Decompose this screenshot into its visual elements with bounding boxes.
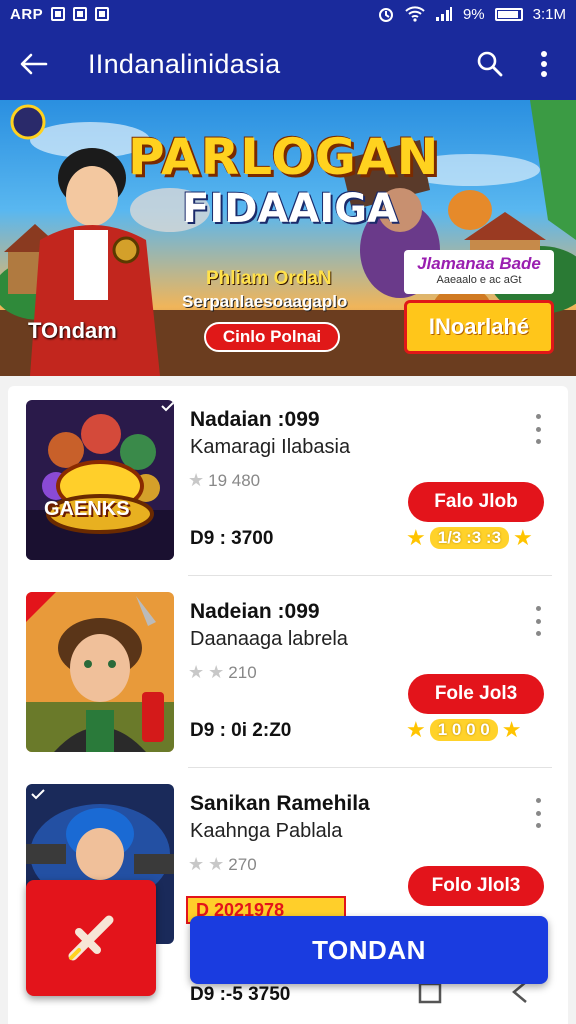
item-rating: ★ 19 480: [188, 470, 260, 491]
primary-cta-button[interactable]: TONDAN: [190, 916, 548, 984]
app-bar: IIndanalinidasia: [0, 28, 576, 100]
item-title: Sanikan Ramehila: [190, 792, 370, 815]
item-more-button[interactable]: [528, 414, 548, 444]
item-subtitle: Daanaaga labrela: [190, 628, 348, 650]
banner-subtitle-title: FIDAAIGA: [182, 186, 398, 232]
game-artwork: [26, 400, 174, 560]
item-subtitle: Kamaragi Ilabasia: [190, 436, 351, 458]
rating-count: 270: [228, 854, 257, 874]
reward-value: 1/3 :3 :3: [429, 527, 510, 549]
search-button[interactable]: [472, 46, 508, 82]
item-action-button[interactable]: Fole Jol3: [408, 674, 544, 714]
thumbnail-caption: GAENKS: [44, 498, 130, 520]
notification-icon: [73, 7, 88, 21]
status-time: 3:1M: [532, 5, 566, 23]
star-icon: ★: [188, 470, 205, 490]
item-title: Nadaian :099: [190, 408, 320, 431]
banner-description: Serpanlaesoaagaplo: [182, 292, 348, 311]
item-price: D9 : 3700: [190, 528, 274, 549]
game-thumbnail[interactable]: GAENKS: [26, 400, 174, 560]
star-icon: ★: [188, 662, 205, 682]
reward-value: 1 0 0 0: [429, 719, 498, 741]
more-vertical-icon: [541, 51, 547, 77]
close-icon: [68, 915, 114, 961]
search-icon: [477, 51, 503, 77]
arrow-left-icon: [20, 53, 48, 75]
game-thumbnail[interactable]: [26, 592, 174, 752]
star-icon: ★: [188, 854, 205, 874]
banner-badge-sub: Aaeaalo e ac aGt: [436, 274, 522, 286]
star-icon: ★: [501, 717, 522, 742]
banner-red-button[interactable]: Cinlo Polnai: [204, 322, 340, 352]
list-item[interactable]: Nadeian :099 Daanaaga labrela ★ ★ 210 D9…: [8, 578, 568, 768]
item-reward-pill: ★ 1 0 0 0 ★: [406, 718, 546, 742]
banner-badge: Jlamanaa Bade Aaeaalo e ac aGt: [404, 250, 554, 294]
star-icon: ★: [208, 854, 225, 874]
status-app-label: ARP: [10, 5, 44, 23]
alarm-icon: [378, 8, 393, 22]
banner-badge-title: Jlamanaa Bade: [417, 254, 541, 273]
rating-count: 210: [228, 662, 257, 682]
battery-icon: [494, 7, 523, 21]
star-icon: ★: [208, 662, 225, 682]
overflow-menu-button[interactable]: [526, 46, 562, 82]
item-more-button[interactable]: [528, 798, 548, 828]
battery-percent: 9%: [462, 5, 485, 23]
page-title: IIndanalinidasia: [88, 48, 281, 79]
banner-tagline: Phliam OrdaN: [206, 268, 332, 289]
item-more-button[interactable]: [528, 606, 548, 636]
notification-icon: [51, 7, 66, 21]
notification-icon: [95, 7, 110, 21]
list-item[interactable]: GAENKS Nadaian :099 Kamaragi Ilabasia ★ …: [8, 386, 568, 576]
signal-icon: [435, 7, 452, 21]
star-icon: ★: [406, 717, 426, 742]
game-artwork: [26, 592, 174, 752]
banner-title: PARLOGAN: [128, 128, 440, 186]
app-screen: ARP 9% 3:1M IIndanalinidasia PARLOGAN FI…: [0, 0, 576, 1024]
item-reward-pill: ★ 1/3 :3 :3 ★: [406, 526, 546, 550]
banner-yellow-button[interactable]: INoarlahé: [404, 300, 554, 354]
star-icon: ★: [513, 525, 533, 550]
item-price: D9 : 0i 2:Z0: [190, 720, 292, 741]
rating-count: 19 480: [208, 470, 261, 490]
wifi-icon: [405, 6, 425, 22]
close-ad-button[interactable]: [26, 880, 156, 996]
item-price: D9 :-5 3750: [190, 984, 291, 1005]
back-button[interactable]: [14, 44, 54, 84]
item-action-button[interactable]: Folo Jlol3: [408, 866, 544, 906]
status-bar: ARP 9% 3:1M: [0, 0, 576, 28]
promo-banner[interactable]: PARLOGAN FIDAAIGA Phliam OrdaN Serpanlae…: [0, 100, 576, 376]
item-rating: ★ ★ 270: [188, 854, 257, 875]
star-icon: ★: [406, 525, 426, 550]
item-title: Nadeian :099: [190, 600, 320, 623]
banner-left-label: TOndam: [28, 318, 117, 343]
item-rating: ★ ★ 210: [188, 662, 257, 683]
item-subtitle: Kaahnga Pablala: [190, 820, 343, 842]
item-action-button[interactable]: Falo Jlob: [408, 482, 544, 522]
